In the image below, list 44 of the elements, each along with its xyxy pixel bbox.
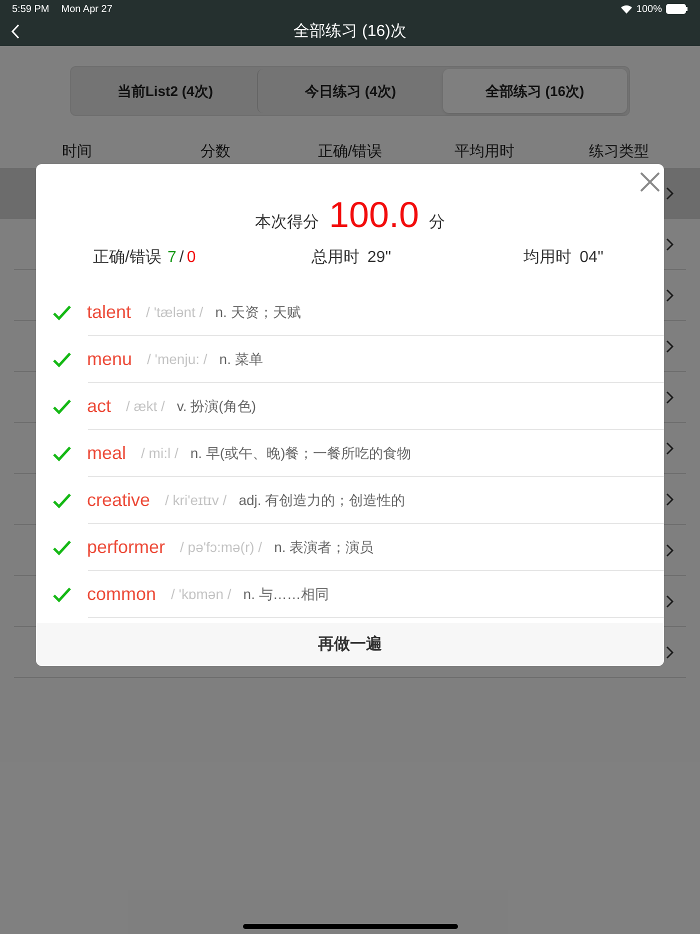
- meaning-text: n. 天资；天赋: [215, 302, 301, 322]
- stat-value: 29'': [367, 248, 392, 268]
- redo-button[interactable]: 再做一遍: [36, 623, 664, 666]
- phonetic-text: / 'tælənt /: [146, 302, 204, 322]
- word-text: creative: [87, 488, 150, 512]
- column-header: 时间: [61, 142, 93, 162]
- count-separator: /: [179, 248, 184, 268]
- meaning-text: n. 表演者；演员: [274, 538, 374, 556]
- phonetic-text: / kri'eɪtɪv /: [165, 490, 227, 510]
- meaning-text: n. 早(或午、晚)餐；一餐所吃的食物: [190, 444, 412, 463]
- column-header: 平均用时: [453, 142, 516, 162]
- correct-count: 7: [167, 248, 176, 268]
- meaning-text: v. 扮演(角色): [176, 396, 256, 416]
- phonetic-text: / pə'fɔ:mə(r) /: [180, 538, 262, 557]
- nav-title: 全部练习 (16)次: [294, 22, 406, 42]
- status-time: 5:59 PM: [12, 2, 50, 16]
- column-header: 分数: [200, 142, 232, 162]
- word-text: meal: [87, 442, 126, 464]
- phonetic-text: / mi:l /: [141, 444, 178, 462]
- phonetic-text: / 'menju: /: [147, 350, 208, 369]
- segment-tab[interactable]: 全部练习 (16次): [442, 69, 627, 113]
- word-text: performer: [87, 536, 166, 559]
- meaning-text: n. 与……相同: [243, 584, 329, 604]
- phonetic-text: / 'kɒmən /: [171, 584, 232, 604]
- word-text: common: [87, 582, 156, 606]
- score-unit: 分: [429, 213, 446, 233]
- meaning-text: n. 菜单: [219, 350, 263, 368]
- meaning-text: adj. 有创造力的；创造性的: [238, 490, 406, 510]
- stat-label: 总用时: [311, 248, 360, 268]
- word-text: act: [87, 394, 112, 418]
- phonetic-text: / ækt /: [126, 396, 165, 416]
- stat-label: 正确/错误: [93, 248, 162, 268]
- score-value: 100.0: [328, 193, 420, 237]
- score-label: 本次得分: [254, 212, 319, 233]
- battery-level: 100%: [636, 2, 662, 16]
- column-header: 正确/错误: [316, 142, 384, 162]
- column-header: 练习类型: [588, 142, 650, 162]
- stat-label: 均用时: [524, 248, 572, 268]
- word-text: menu: [87, 348, 132, 370]
- segment-tab[interactable]: 当前List2 (4次): [73, 69, 258, 113]
- status-date: Mon Apr 27: [61, 2, 112, 16]
- word-text: talent: [87, 300, 132, 324]
- stat-value: 04'': [580, 248, 604, 268]
- wrong-count: 0: [186, 248, 196, 268]
